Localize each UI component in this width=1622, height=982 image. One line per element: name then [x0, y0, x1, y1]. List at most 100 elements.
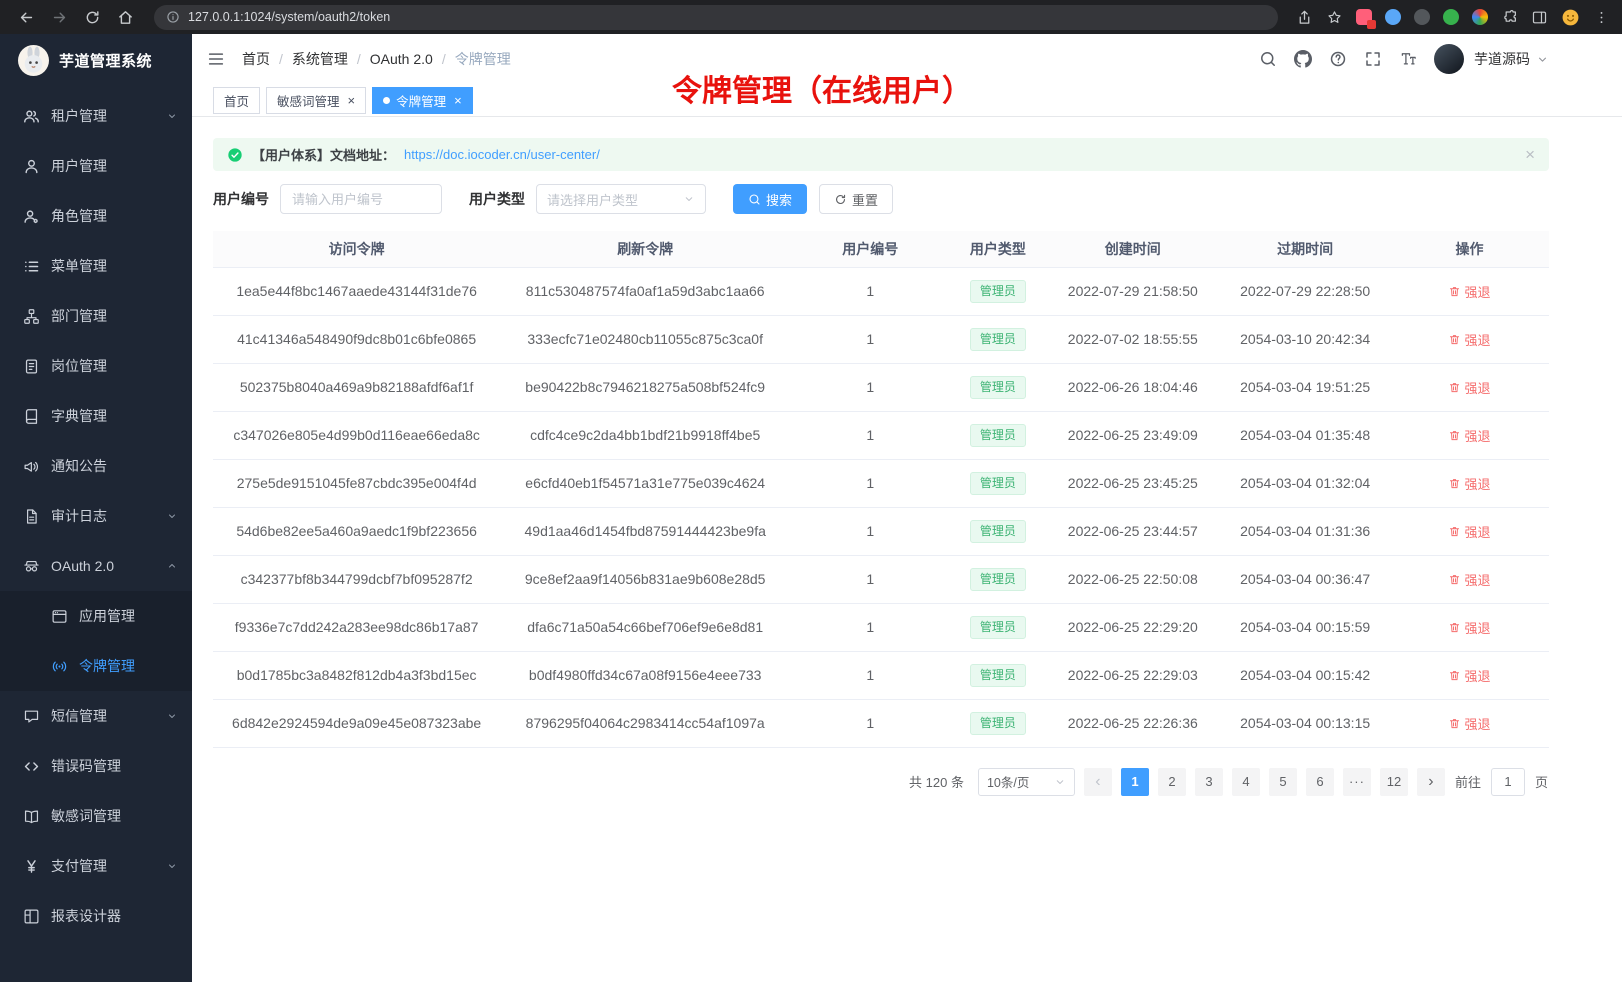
create-time-cell: 2022-06-25 22:29:20 [1045, 603, 1220, 651]
page-button-1[interactable]: 1 [1121, 768, 1149, 796]
extension-blue-icon[interactable] [1385, 9, 1401, 25]
next-page-button[interactable]: › [1417, 768, 1445, 796]
force-logout-button[interactable]: 强退 [1448, 282, 1490, 301]
table-row: 275e5de9151045fe87cbdc395e004f4de6cfd40e… [213, 459, 1549, 507]
rabbit-logo-icon [18, 45, 49, 76]
share-icon[interactable] [1296, 9, 1313, 26]
sidebar-item-9[interactable]: 审计日志 [0, 491, 192, 541]
force-logout-button[interactable]: 强退 [1448, 426, 1490, 445]
sidebar-item-label: 审计日志 [51, 506, 155, 526]
force-logout-button[interactable]: 强退 [1448, 570, 1490, 589]
browser-menu-icon[interactable] [1593, 9, 1610, 26]
app-logo[interactable]: 芋道管理系统 [0, 34, 192, 86]
sidebar-item-14[interactable]: 错误码管理 [0, 741, 192, 791]
action-label: 强退 [1464, 426, 1490, 445]
sidebar-item-17[interactable]: 报表设计器 [0, 891, 192, 941]
sidebar-item-11[interactable]: 应用管理 [0, 591, 192, 641]
url-bar[interactable]: 127.0.0.1:1024/system/oauth2/token [154, 5, 1278, 30]
extension-green-icon[interactable] [1443, 9, 1459, 25]
user-name[interactable]: 芋道源码 [1474, 49, 1530, 69]
github-icon[interactable] [1294, 50, 1312, 68]
sidebar-item-16[interactable]: 支付管理 [0, 841, 192, 891]
font-size-icon[interactable] [1399, 50, 1417, 68]
caret-down-icon[interactable] [1536, 53, 1549, 66]
annotation-text: 令牌管理（在线用户） [672, 66, 972, 110]
force-logout-button[interactable]: 强退 [1448, 618, 1490, 637]
close-icon[interactable]: × [454, 94, 462, 107]
force-logout-button[interactable]: 强退 [1448, 666, 1490, 685]
alert-doc-link[interactable]: https://doc.iocoder.cn/user-center/ [404, 147, 600, 162]
back-icon[interactable] [18, 9, 35, 26]
app-icon [51, 608, 68, 625]
hamburger-icon[interactable] [207, 50, 225, 68]
browser-profile-avatar[interactable] [1561, 8, 1580, 27]
trash-icon [1448, 429, 1461, 442]
header-actions: 芋道源码 [1259, 44, 1549, 74]
breadcrumb-item-2[interactable]: 系统管理 [292, 49, 348, 69]
reset-button[interactable]: 重置 [819, 184, 893, 214]
page-button-2[interactable]: 2 [1158, 768, 1186, 796]
sidebar-item-5[interactable]: 部门管理 [0, 291, 192, 341]
sidebar-item-label: 菜单管理 [51, 256, 178, 276]
page-button-6[interactable]: 6 [1306, 768, 1334, 796]
page-button-3[interactable]: 3 [1195, 768, 1223, 796]
fullscreen-icon[interactable] [1364, 50, 1382, 68]
extensions-puzzle-icon[interactable] [1501, 9, 1518, 26]
extension-red-icon[interactable] [1356, 9, 1372, 25]
force-logout-button[interactable]: 强退 [1448, 474, 1490, 493]
force-logout-button[interactable]: 强退 [1448, 330, 1490, 349]
extension-pinwheel-icon[interactable] [1472, 9, 1488, 25]
prev-page-button[interactable]: ‹ [1084, 768, 1112, 796]
sidebar-item-7[interactable]: 字典管理 [0, 391, 192, 441]
page-button-12[interactable]: 12 [1380, 768, 1408, 796]
force-logout-button[interactable]: 强退 [1448, 714, 1490, 733]
sidebar-item-10[interactable]: OAuth 2.0 [0, 541, 192, 591]
sidebar-item-4[interactable]: 菜单管理 [0, 241, 192, 291]
sidebar-item-15[interactable]: 敏感词管理 [0, 791, 192, 841]
page-button-5[interactable]: 5 [1269, 768, 1297, 796]
breadcrumb-separator: / [357, 51, 361, 67]
refresh-icon[interactable] [84, 9, 101, 26]
help-icon[interactable] [1329, 50, 1347, 68]
sidebar-item-2[interactable]: 用户管理 [0, 141, 192, 191]
tab-item-3[interactable]: 令牌管理× [372, 87, 473, 114]
sidebar-item-label: 错误码管理 [51, 756, 178, 776]
action-cell: 强退 [1390, 555, 1549, 603]
extension-dark-icon[interactable] [1414, 9, 1430, 25]
sidebar-item-6[interactable]: 岗位管理 [0, 341, 192, 391]
table-row: f9336e7c7dd242a283ee98dc86b17a87dfa6c71a… [213, 603, 1549, 651]
close-icon[interactable]: × [1525, 146, 1535, 163]
user-id-input[interactable] [280, 184, 442, 214]
tab-item-2[interactable]: 敏感词管理× [266, 87, 366, 114]
home-icon[interactable] [117, 9, 134, 26]
expire-time-cell: 2054-03-04 00:36:47 [1220, 555, 1390, 603]
bookmark-star-icon[interactable] [1326, 9, 1343, 26]
tab-item-1[interactable]: 首页 [213, 87, 260, 114]
user-avatar[interactable] [1434, 44, 1464, 74]
page-ellipsis[interactable]: ··· [1343, 768, 1371, 796]
force-logout-button[interactable]: 强退 [1448, 378, 1490, 397]
close-icon[interactable]: × [348, 94, 356, 107]
sidebar-item-1[interactable]: 租户管理 [0, 91, 192, 141]
search-icon[interactable] [1259, 50, 1277, 68]
action-label: 强退 [1464, 714, 1490, 733]
sidebar-item-3[interactable]: 角色管理 [0, 191, 192, 241]
page-button-4[interactable]: 4 [1232, 768, 1260, 796]
sidebar-item-8[interactable]: 通知公告 [0, 441, 192, 491]
sidebar-item-12[interactable]: 令牌管理 [0, 641, 192, 691]
breadcrumb-item-3[interactable]: OAuth 2.0 [370, 51, 433, 67]
user-id-cell: 1 [790, 699, 950, 747]
chevron-down-icon [683, 193, 695, 205]
search-button[interactable]: 搜索 [733, 184, 807, 214]
force-logout-button[interactable]: 强退 [1448, 522, 1490, 541]
page-size-select[interactable]: 10条/页 [978, 768, 1075, 796]
side-panel-icon[interactable] [1531, 9, 1548, 26]
user-type-select[interactable]: 请选择用户类型 [536, 184, 706, 214]
breadcrumb-item-1[interactable]: 首页 [242, 49, 270, 69]
sidebar-item-13[interactable]: 短信管理 [0, 691, 192, 741]
forward-icon[interactable] [51, 9, 68, 26]
goto-page-input[interactable] [1491, 768, 1525, 796]
table-header-row: 访问令牌刷新令牌用户编号用户类型创建时间过期时间操作 [213, 231, 1549, 267]
sidebar-item-label: 支付管理 [51, 856, 155, 876]
breadcrumb-item-4[interactable]: 令牌管理 [455, 49, 511, 69]
